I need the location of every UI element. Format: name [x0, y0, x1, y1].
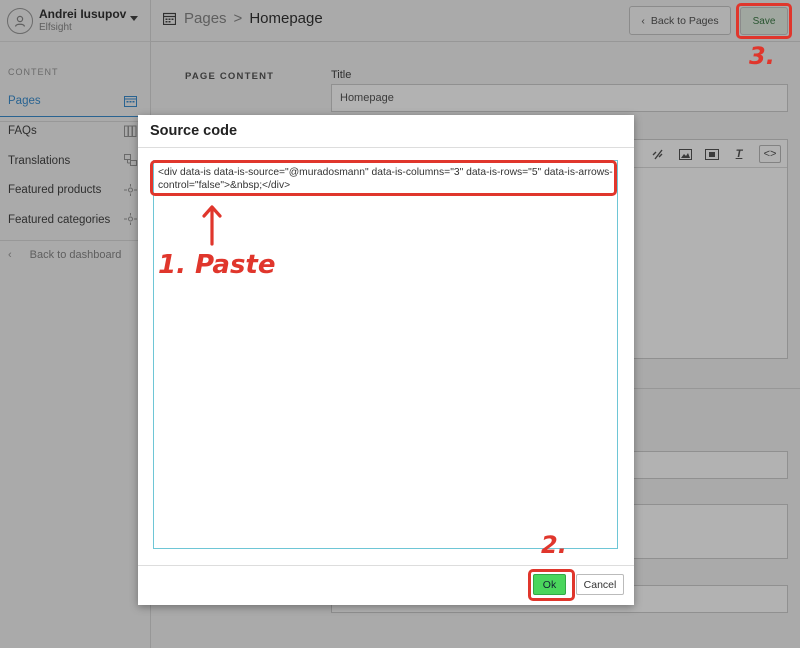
cancel-button[interactable]: Cancel — [576, 574, 624, 595]
dialog-title: Source code — [150, 123, 238, 139]
save-highlight — [736, 3, 792, 39]
ok-highlight — [528, 569, 575, 601]
divider — [138, 147, 634, 148]
code-highlight — [150, 160, 617, 196]
step-2-label: 2. — [541, 531, 567, 559]
divider — [138, 565, 634, 566]
step-3-label: 3. — [749, 42, 775, 70]
step-1-label: 1. Paste — [158, 250, 276, 280]
arrow-up-icon — [202, 205, 222, 246]
